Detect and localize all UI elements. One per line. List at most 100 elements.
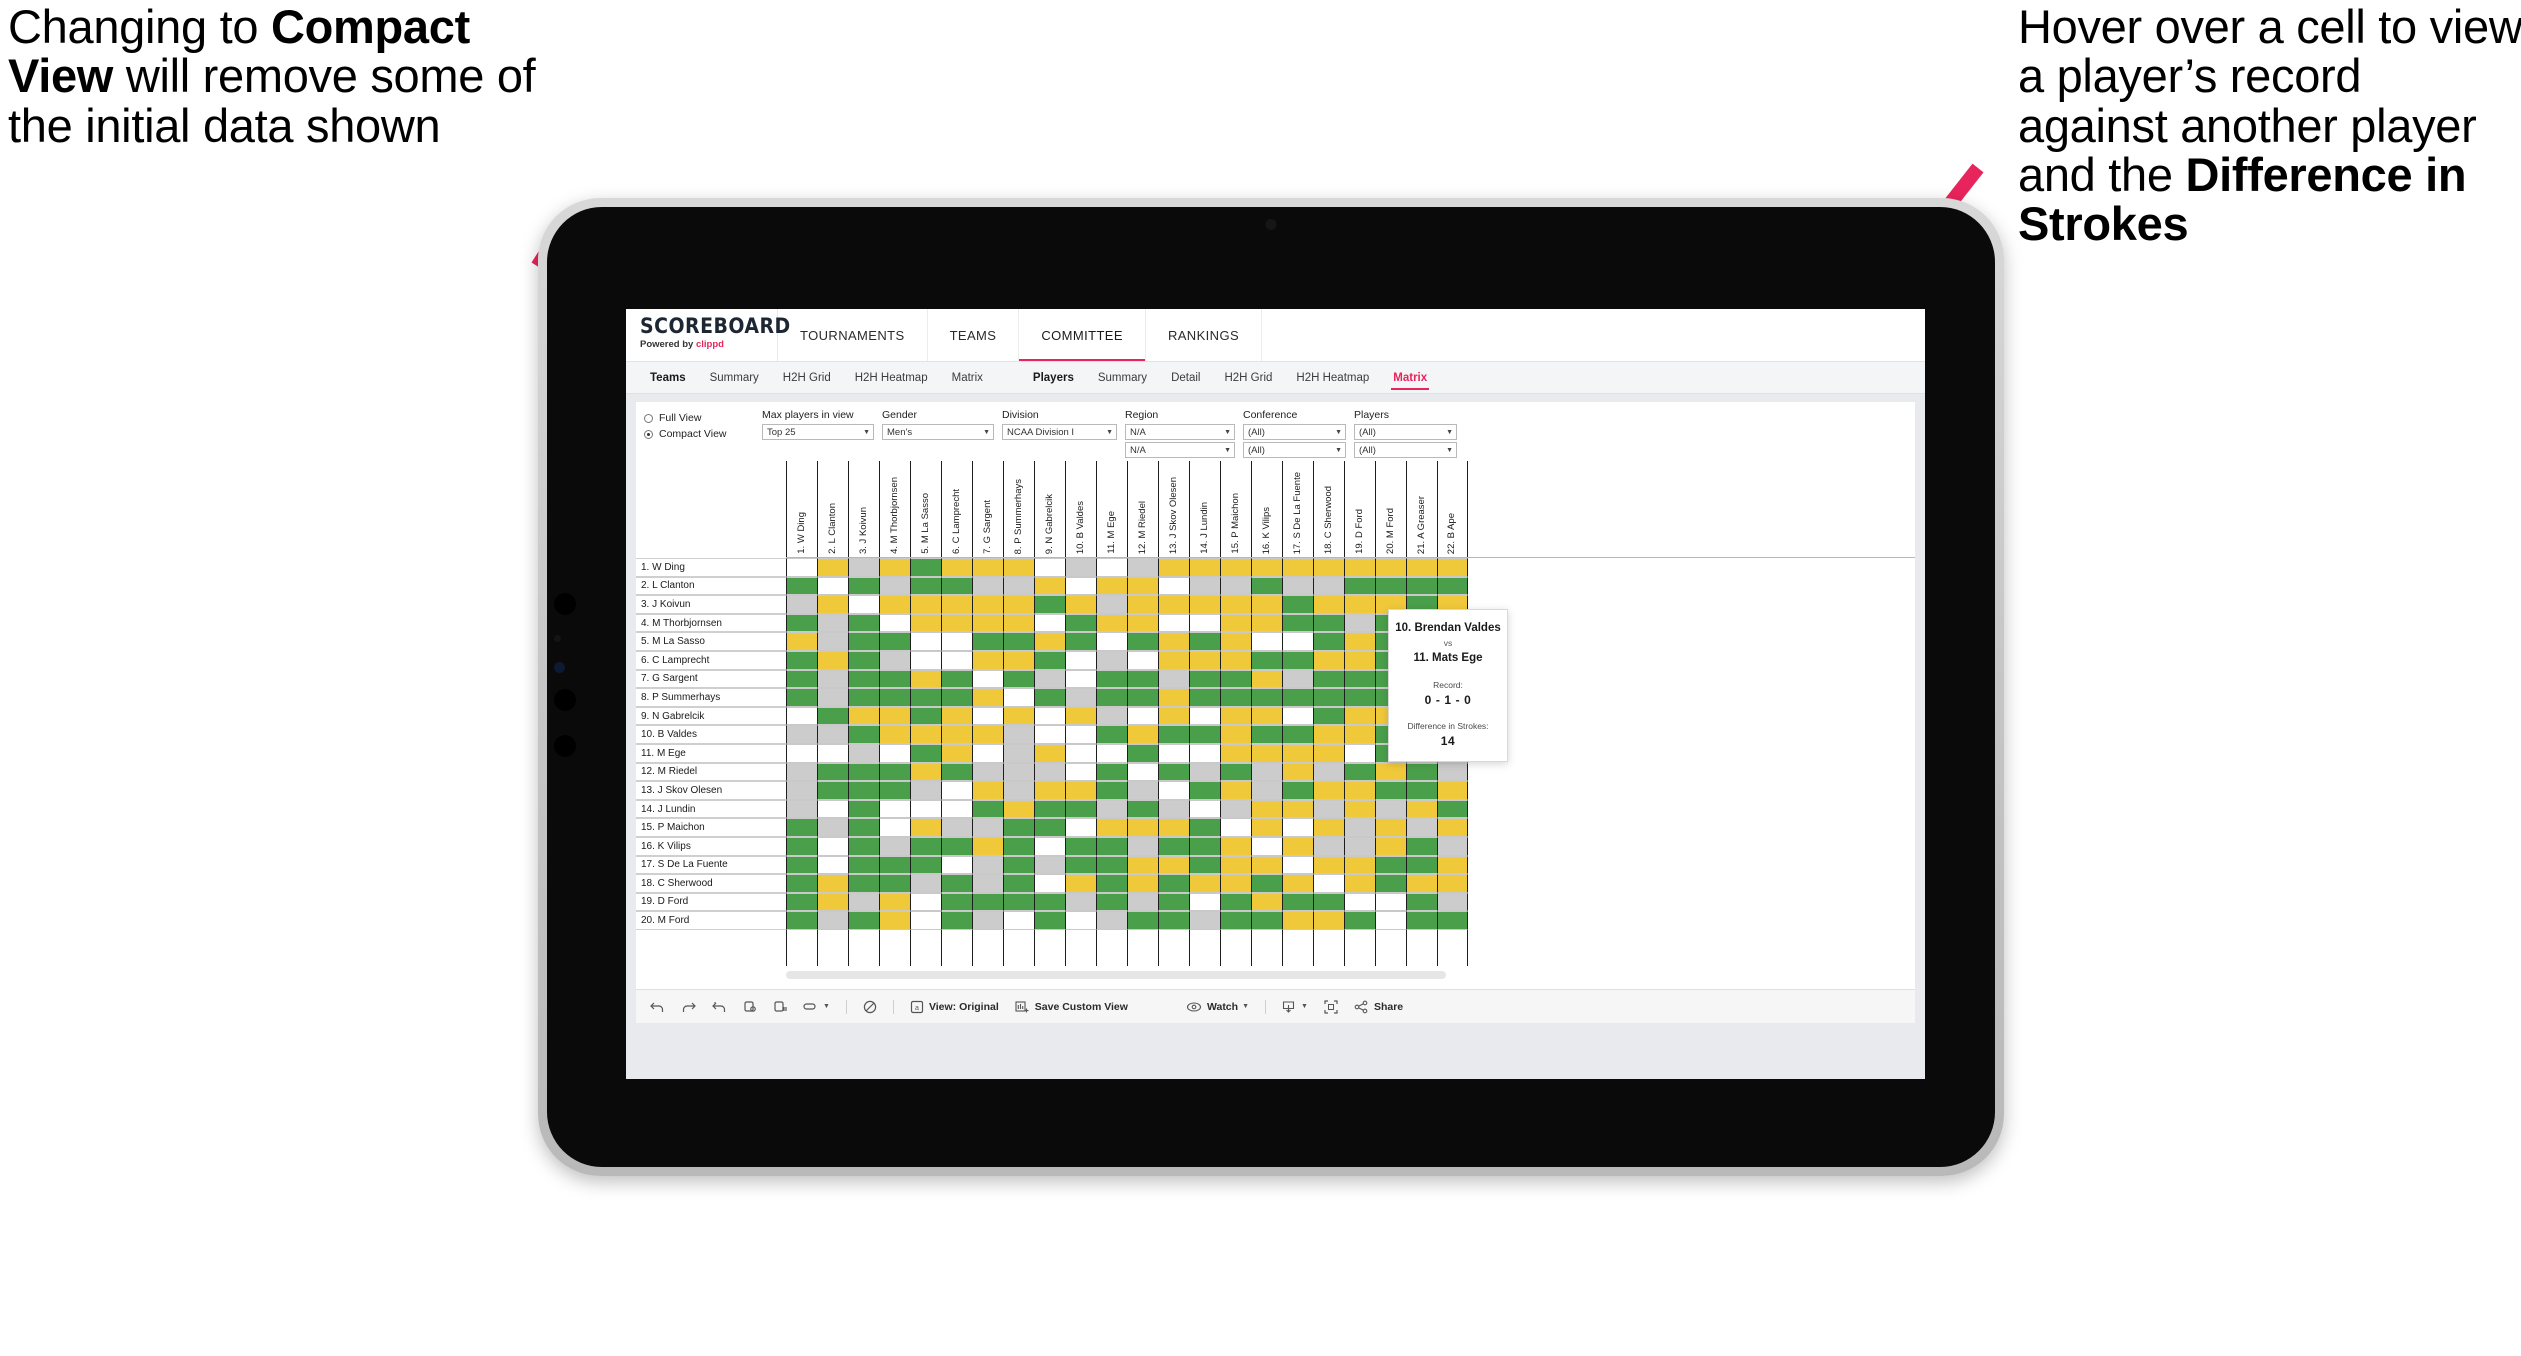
matrix-cell[interactable] <box>972 613 1003 633</box>
matrix-cell[interactable] <box>1003 743 1034 763</box>
matrix-cell[interactable] <box>1220 595 1251 614</box>
matrix-cell[interactable] <box>1003 855 1034 875</box>
matrix-cell[interactable] <box>1065 762 1096 782</box>
matrix-cell[interactable] <box>1406 558 1437 577</box>
matrix-cell[interactable] <box>972 688 1003 707</box>
matrix-cell[interactable] <box>1003 762 1034 782</box>
matrix-cell[interactable] <box>1003 725 1034 744</box>
matrix-cell[interactable] <box>941 818 972 837</box>
matrix-row-label[interactable]: 20. M Ford <box>636 911 786 930</box>
matrix-row-label[interactable]: 5. M La Sasso <box>636 632 786 651</box>
filter-select-conference[interactable]: (All) ▼ <box>1243 442 1346 458</box>
matrix-col-header[interactable]: 15. P Maichon <box>1220 461 1251 557</box>
matrix-cell[interactable] <box>1313 558 1344 577</box>
matrix-cell[interactable] <box>1282 595 1313 614</box>
matrix-cell[interactable] <box>1313 911 1344 930</box>
matrix-cell[interactable] <box>1189 576 1220 596</box>
matrix-cell[interactable] <box>1282 576 1313 596</box>
matrix-row-label[interactable]: 4. M Thorbjornsen <box>636 613 786 633</box>
matrix-cell[interactable] <box>817 799 848 819</box>
matrix-cell[interactable] <box>1189 688 1220 707</box>
matrix-cell[interactable] <box>1003 650 1034 670</box>
matrix-cell[interactable] <box>1313 650 1344 670</box>
matrix-cell[interactable] <box>941 595 972 614</box>
matrix-cell[interactable] <box>1158 892 1189 912</box>
matrix-cell[interactable] <box>786 855 817 875</box>
matrix-cell[interactable] <box>910 669 941 689</box>
matrix-cell[interactable] <box>1096 743 1127 763</box>
matrix-cell[interactable] <box>1344 688 1375 707</box>
view-mode-radio-group[interactable]: Full View Compact View <box>644 409 762 444</box>
matrix-cell[interactable] <box>910 762 941 782</box>
matrix-cell[interactable] <box>1158 632 1189 651</box>
matrix-cell[interactable] <box>1096 650 1127 670</box>
matrix-cell[interactable] <box>1344 576 1375 596</box>
matrix-cell[interactable] <box>1127 669 1158 689</box>
matrix-cell[interactable] <box>1065 874 1096 893</box>
matrix-cell[interactable] <box>1189 836 1220 856</box>
matrix-cell[interactable] <box>786 558 817 577</box>
topnav-item-tournaments[interactable]: TOURNAMENTS <box>778 309 928 361</box>
matrix-cell[interactable] <box>1313 576 1344 596</box>
matrix-cell[interactable] <box>1096 855 1127 875</box>
matrix-cell[interactable] <box>972 576 1003 596</box>
matrix-cell[interactable] <box>1158 558 1189 577</box>
matrix-cell[interactable] <box>1220 613 1251 633</box>
matrix-cell[interactable] <box>1313 855 1344 875</box>
matrix-cell[interactable] <box>1313 799 1344 819</box>
matrix-cell[interactable] <box>879 892 910 912</box>
matrix-cell[interactable] <box>941 558 972 577</box>
matrix-cell[interactable] <box>1344 669 1375 689</box>
matrix-cell[interactable] <box>817 818 848 837</box>
matrix-cell[interactable] <box>1251 762 1282 782</box>
matrix-cell[interactable] <box>1251 688 1282 707</box>
matrix-cell[interactable] <box>1189 650 1220 670</box>
matrix-cell[interactable] <box>1034 650 1065 670</box>
matrix-cell[interactable] <box>848 762 879 782</box>
subnav-teams-matrix[interactable]: Matrix <box>940 362 995 394</box>
matrix-cell[interactable] <box>1313 688 1344 707</box>
filter-select-conference[interactable]: (All) ▼ <box>1243 424 1346 440</box>
matrix-cell[interactable] <box>1406 818 1437 837</box>
matrix-cell[interactable] <box>786 725 817 744</box>
matrix-col-header[interactable]: 11. M Ege <box>1096 461 1127 557</box>
matrix-cell[interactable] <box>879 613 910 633</box>
matrix-cell[interactable] <box>1375 892 1406 912</box>
matrix-cell[interactable] <box>1034 576 1065 596</box>
matrix-cell[interactable] <box>1003 874 1034 893</box>
matrix-cell[interactable] <box>1189 669 1220 689</box>
matrix-cell[interactable] <box>1127 558 1158 577</box>
matrix-cell[interactable] <box>1313 874 1344 893</box>
matrix-cell[interactable] <box>1065 799 1096 819</box>
matrix-row-label[interactable]: 12. M Riedel <box>636 762 786 782</box>
matrix-cell[interactable] <box>972 799 1003 819</box>
matrix-cell[interactable] <box>1251 576 1282 596</box>
matrix-cell[interactable] <box>941 706 972 726</box>
matrix-cell[interactable] <box>786 818 817 837</box>
matrix-cell[interactable] <box>910 855 941 875</box>
undo-button[interactable] <box>650 1000 665 1013</box>
matrix-col-header[interactable]: 17. S De La Fuente <box>1282 461 1313 557</box>
matrix-cell[interactable] <box>1375 874 1406 893</box>
matrix-cell[interactable] <box>910 650 941 670</box>
matrix-cell[interactable] <box>1127 688 1158 707</box>
matrix-cell[interactable] <box>1096 818 1127 837</box>
matrix-cell[interactable] <box>1282 781 1313 800</box>
matrix-cell[interactable] <box>941 576 972 596</box>
matrix-cell[interactable] <box>910 911 941 930</box>
matrix-cell[interactable] <box>1344 595 1375 614</box>
matrix-cell[interactable] <box>1220 558 1251 577</box>
matrix-cell[interactable] <box>848 558 879 577</box>
matrix-cell[interactable] <box>879 576 910 596</box>
matrix-cell[interactable] <box>1034 743 1065 763</box>
matrix-cell[interactable] <box>1282 725 1313 744</box>
matrix-cell[interactable] <box>910 874 941 893</box>
brand-logo[interactable]: SCOREBOARD Powered by clippd <box>626 309 790 361</box>
matrix-cell[interactable] <box>1096 558 1127 577</box>
matrix-cell[interactable] <box>972 781 1003 800</box>
matrix-cell[interactable] <box>1003 595 1034 614</box>
matrix-cell[interactable] <box>817 576 848 596</box>
matrix-cell[interactable] <box>941 669 972 689</box>
matrix-cell[interactable] <box>1127 632 1158 651</box>
matrix-cell[interactable] <box>817 725 848 744</box>
